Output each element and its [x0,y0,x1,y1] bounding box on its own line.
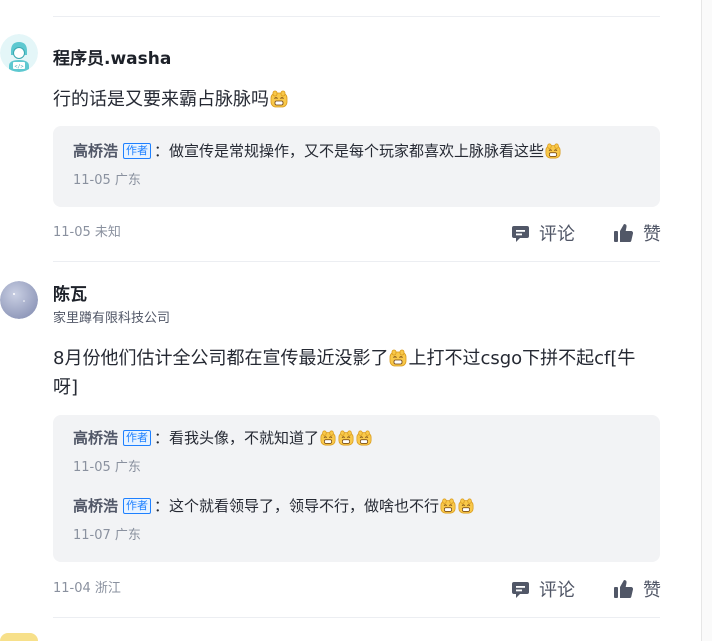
svg-text:</>: </> [14,64,23,70]
reply-item: 高桥浩 作者 ：做宣传是常规操作，又不是每个玩家都喜欢上脉脉看这些 11-05 广东 [73,140,643,190]
avatar[interactable] [0,281,38,319]
reply-date: 11-07 [73,528,111,543]
comment-button[interactable]: 评论 [511,576,575,602]
username[interactable]: 程序员.washa [53,48,171,70]
comment-text: 8月份他们估计全公司都在宣传最近没影了 上打不过csgo下拼不起cf[牛呀] [53,344,653,402]
reply-text: ：看我头像，不就知道了 [154,429,320,447]
comment-icon [512,581,529,598]
reply-date: 11-05 [73,460,111,475]
username[interactable]: 陈瓦 [53,284,87,306]
reply-meta: 11-05 广东 [73,459,643,477]
comment-date: 11-05 [53,225,91,240]
comment-date: 11-04 [53,581,91,596]
author-badge: 作者 [123,143,152,159]
author-badge: 作者 [123,430,152,446]
comment-location: 未知 [94,225,121,240]
grin-emoji-icon [320,430,336,446]
like-button[interactable]: 赞 [613,576,661,602]
grin-emoji-icon [356,430,372,446]
reply-box: 高桥浩 作者 ：做宣传是常规操作，又不是每个玩家都喜欢上脉脉看这些 11-05 广东 [53,126,660,207]
scrollbar[interactable] [701,0,712,641]
comment-text-part: 8月份他们估计全公司都在宣传最近没影了 [53,348,389,369]
comment-text-part: 行的话是又要来霸占脉脉吗 [53,89,269,110]
thumbs-up-icon [614,224,634,243]
grin-emoji-icon [440,498,456,514]
grin-emoji-icon [389,349,407,367]
comment-meta: 11-05 未知 [53,224,121,242]
like-button-label: 赞 [643,224,661,245]
comment-text: 行的话是又要来霸占脉脉吗 [53,85,653,114]
grin-emoji-icon [545,143,561,159]
grin-emoji-icon [270,90,288,108]
comment-button[interactable]: 评论 [511,220,575,246]
like-button[interactable]: 赞 [613,220,661,246]
reply-meta: 11-07 广东 [73,527,643,545]
divider [53,261,660,262]
reply-author[interactable]: 高桥浩 [73,497,118,515]
user-title: 家里蹲有限科技公司 [53,311,171,326]
thumbs-up-icon [614,580,634,598]
reply-date: 11-05 [73,173,111,188]
reply-meta: 11-05 广东 [73,172,643,190]
comment-icon [512,225,529,242]
divider [53,617,660,618]
reply-item: 高桥浩 作者 ：这个就看领导了，领导不行，做啥也不行 11-07 广东 [73,495,643,545]
like-button-label: 赞 [643,580,661,601]
comment-button-label: 评论 [539,580,575,601]
reply-location: 广东 [114,528,141,543]
divider [53,16,660,17]
reply-location: 广东 [114,173,141,188]
grin-emoji-icon [338,430,354,446]
comment-location: 浙江 [94,581,121,596]
reply-author[interactable]: 高桥浩 [73,142,118,160]
reply-text: ：做宣传是常规操作，又不是每个玩家都喜欢上脉脉看这些 [154,142,545,160]
reply-box: 高桥浩 作者 ：看我头像，不就知道了 11-05 广东 高桥浩 作者 ：这个就看领导了，… [53,415,660,562]
comment-meta: 11-04 浙江 [53,580,121,598]
reply-item: 高桥浩 作者 ：看我头像，不就知道了 11-05 广东 [73,427,643,477]
reply-location: 广东 [114,460,141,475]
grin-emoji-icon [458,498,474,514]
reply-author[interactable]: 高桥浩 [73,429,118,447]
author-badge: 作者 [123,498,152,514]
reply-text: ：这个就看领导了，领导不行，做啥也不行 [154,497,440,515]
avatar[interactable]: </> [0,34,38,72]
comment-button-label: 评论 [539,224,575,245]
avatar[interactable] [0,633,38,641]
